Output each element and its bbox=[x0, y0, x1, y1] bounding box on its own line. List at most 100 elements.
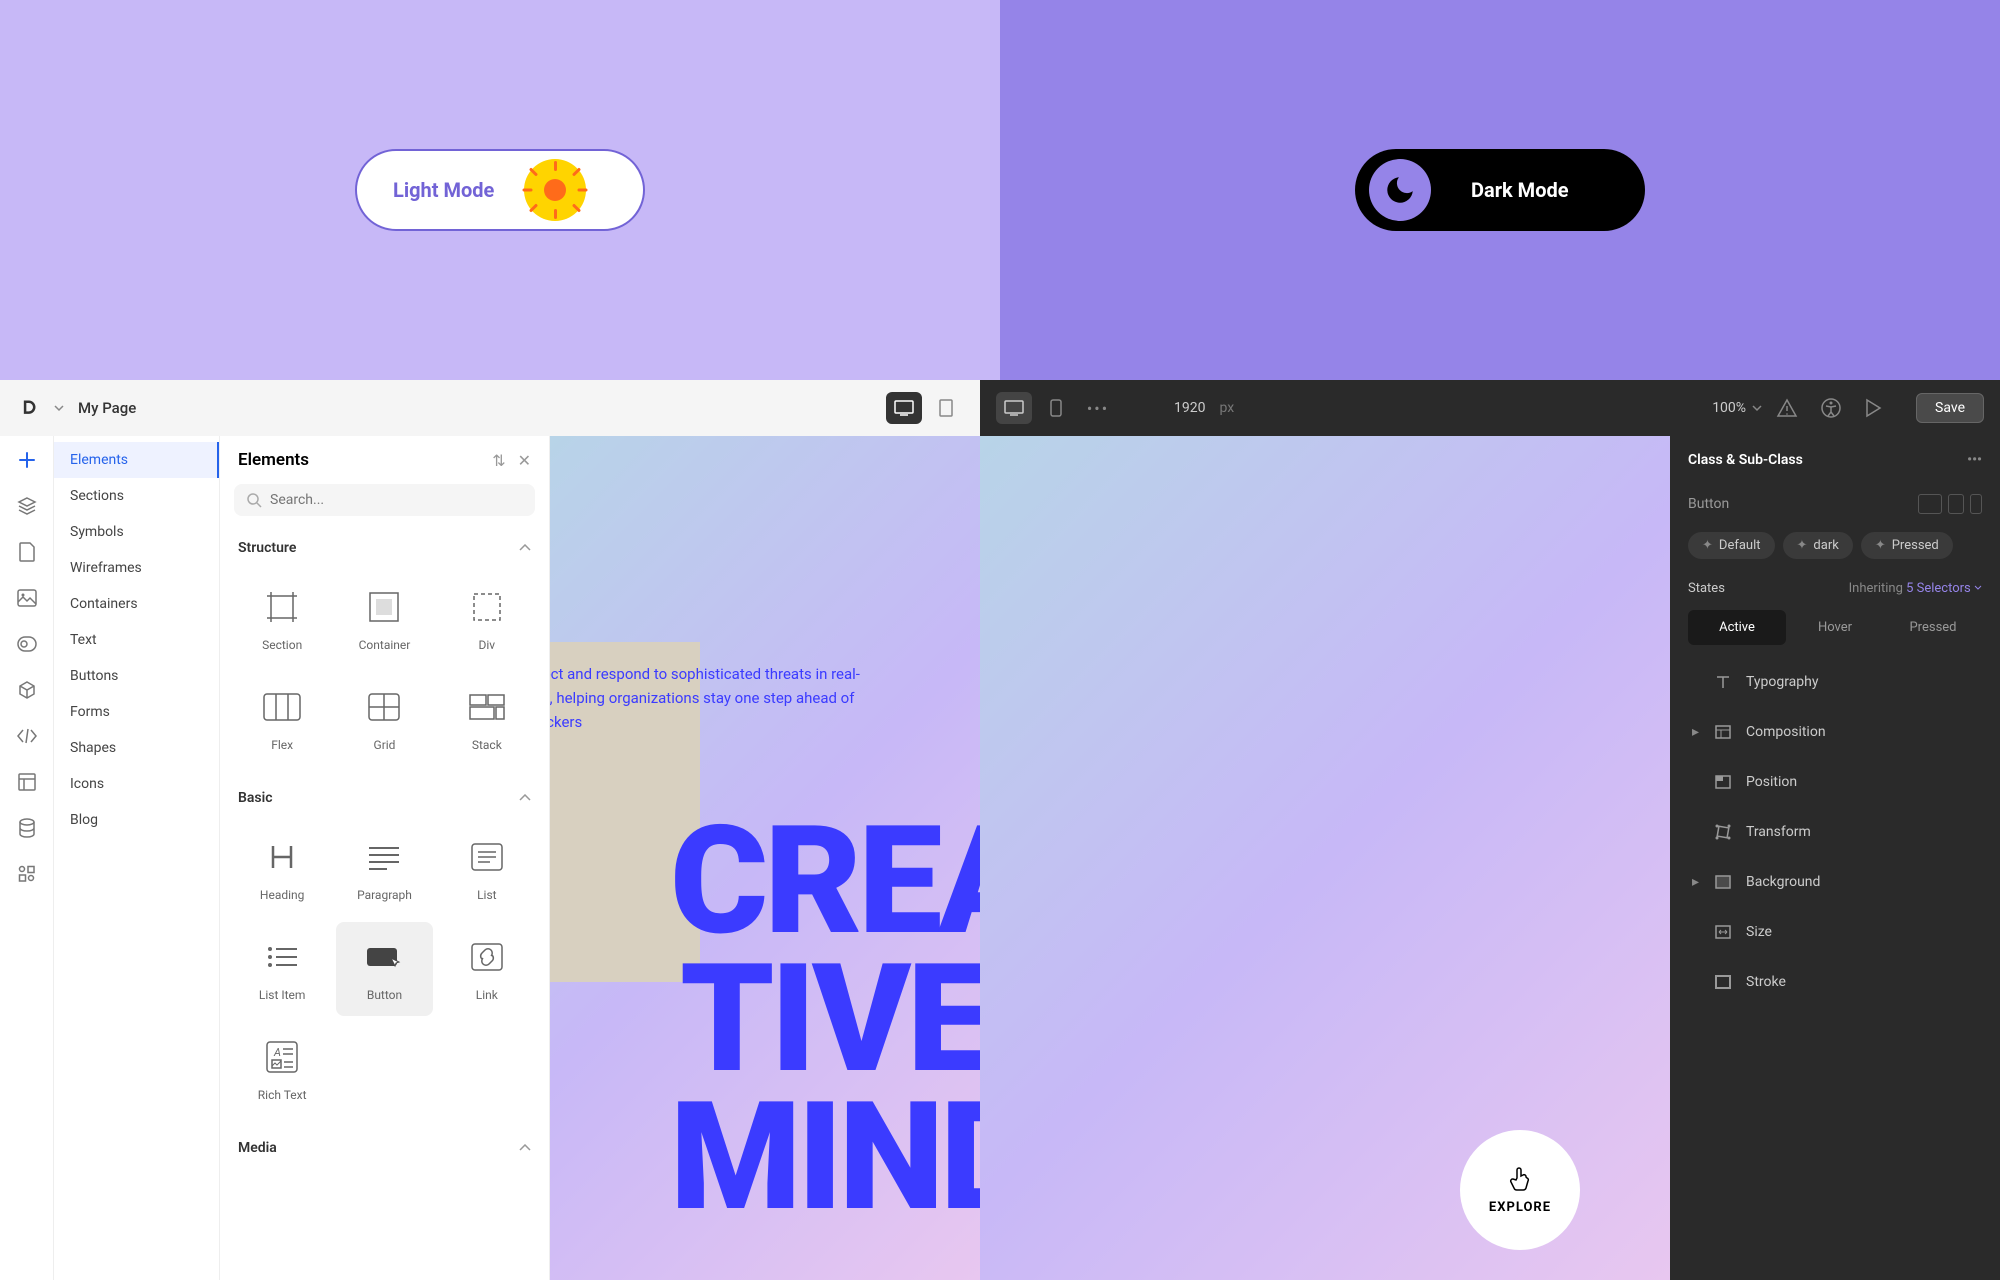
prop-composition[interactable]: ▸Composition bbox=[1670, 707, 2000, 757]
container-tile[interactable]: Container bbox=[336, 572, 432, 666]
more-icon[interactable]: ••• bbox=[1967, 452, 1982, 468]
button-tile[interactable]: Button bbox=[336, 922, 432, 1016]
nav-elements[interactable]: Elements bbox=[54, 442, 219, 478]
topbar-dark: ••• 1920 px 100% Save bbox=[980, 380, 2000, 436]
code-icon[interactable] bbox=[15, 724, 39, 748]
layers-icon[interactable] bbox=[15, 494, 39, 518]
accessibility-icon[interactable] bbox=[1820, 397, 1842, 419]
hero-heading: CREA TIVE MIND bbox=[670, 812, 980, 1226]
nav-text[interactable]: Text bbox=[54, 622, 219, 658]
play-icon[interactable] bbox=[1864, 398, 1882, 418]
prop-transform[interactable]: Transform bbox=[1670, 807, 2000, 857]
state-tab-hover[interactable]: Hover bbox=[1786, 610, 1884, 645]
pages-icon[interactable] bbox=[15, 540, 39, 564]
chip-dark[interactable]: ✦dark bbox=[1783, 532, 1853, 559]
sun-icon bbox=[524, 159, 586, 221]
chevron-down-icon bbox=[1752, 404, 1762, 412]
section-tile[interactable]: Section bbox=[234, 572, 330, 666]
warning-icon[interactable] bbox=[1776, 398, 1798, 418]
structure-grid: Section Container Div Flex Grid Stack bbox=[220, 566, 549, 780]
bp-mobile-icon[interactable] bbox=[1970, 494, 1982, 514]
canvas-width-unit: px bbox=[1219, 400, 1234, 416]
chevron-up-icon bbox=[519, 1144, 531, 1152]
dark-mode-toggle[interactable]: Dark Mode bbox=[1355, 149, 1645, 231]
media-section-header[interactable]: Media bbox=[220, 1130, 549, 1166]
expand-collapse-icon[interactable]: ⇅ bbox=[492, 451, 505, 470]
add-icon[interactable] bbox=[15, 448, 39, 472]
desktop-device-button[interactable] bbox=[886, 392, 922, 424]
link-tile[interactable]: Link bbox=[439, 922, 535, 1016]
workspace-light: Elements Sections Symbols Wireframes Con… bbox=[0, 436, 980, 1280]
nav-icons[interactable]: Icons bbox=[54, 766, 219, 802]
layout-icon[interactable] bbox=[15, 770, 39, 794]
state-tab-pressed[interactable]: Pressed bbox=[1884, 610, 1982, 645]
grid-tile[interactable]: Grid bbox=[336, 672, 432, 766]
styles-panel-title: Class & Sub-Class bbox=[1688, 452, 1803, 468]
design-canvas-dark[interactable]: EXPLORE bbox=[980, 436, 1670, 1280]
light-mode-toggle[interactable]: Light Mode bbox=[355, 149, 645, 231]
search-input[interactable] bbox=[270, 492, 523, 508]
list-item-tile[interactable]: List Item bbox=[234, 922, 330, 1016]
components-icon[interactable] bbox=[15, 632, 39, 656]
zoom-control[interactable]: 100% bbox=[1712, 400, 1762, 416]
tool-sidebar bbox=[0, 436, 54, 1280]
cube-icon[interactable] bbox=[15, 678, 39, 702]
nav-shapes[interactable]: Shapes bbox=[54, 730, 219, 766]
save-button[interactable]: Save bbox=[1916, 393, 1984, 423]
inherit-info[interactable]: Inheriting 5 Selectors bbox=[1849, 581, 1982, 596]
state-tabs: Active Hover Pressed bbox=[1670, 610, 2000, 657]
selected-element-label: Button bbox=[1688, 496, 1729, 512]
prop-typography[interactable]: Typography bbox=[1670, 657, 2000, 707]
apps-icon[interactable] bbox=[15, 862, 39, 886]
prop-background[interactable]: ▸Background bbox=[1670, 857, 2000, 907]
state-tab-active[interactable]: Active bbox=[1688, 610, 1786, 645]
div-tile[interactable]: Div bbox=[439, 572, 535, 666]
chip-default[interactable]: ✦Default bbox=[1688, 532, 1775, 559]
design-canvas[interactable]: Detect and respond to sophisticated thre… bbox=[550, 436, 980, 1280]
explore-button[interactable]: EXPLORE bbox=[1460, 1130, 1580, 1250]
chip-pressed[interactable]: ✦Pressed bbox=[1861, 532, 1953, 559]
chevron-down-icon[interactable] bbox=[54, 403, 64, 413]
dark-mode-panel: Dark Mode bbox=[1000, 0, 2000, 380]
nav-forms[interactable]: Forms bbox=[54, 694, 219, 730]
desktop-device-button[interactable] bbox=[996, 392, 1032, 424]
nav-blog[interactable]: Blog bbox=[54, 802, 219, 838]
flex-tile[interactable]: Flex bbox=[234, 672, 330, 766]
dark-mode-label: Dark Mode bbox=[1471, 178, 1569, 202]
elements-panel: Elements ⇅ ✕ Structure Section Contai bbox=[220, 436, 550, 1280]
theme-banner: Light Mode Dark Mode bbox=[0, 0, 2000, 380]
app-logo[interactable] bbox=[16, 396, 40, 420]
prop-position[interactable]: Position bbox=[1670, 757, 2000, 807]
more-devices-button[interactable]: ••• bbox=[1080, 392, 1116, 424]
nav-wireframes[interactable]: Wireframes bbox=[54, 550, 219, 586]
chevron-up-icon bbox=[519, 544, 531, 552]
states-label: States bbox=[1688, 581, 1725, 596]
data-icon[interactable] bbox=[15, 816, 39, 840]
heading-tile[interactable]: Heading bbox=[234, 822, 330, 916]
basic-section-header[interactable]: Basic bbox=[220, 780, 549, 816]
tablet-device-button[interactable] bbox=[928, 392, 964, 424]
dark-editor: ••• 1920 px 100% Save EXPLO bbox=[980, 380, 2000, 1280]
list-tile[interactable]: List bbox=[439, 822, 535, 916]
nav-sections[interactable]: Sections bbox=[54, 478, 219, 514]
nav-symbols[interactable]: Symbols bbox=[54, 514, 219, 550]
search-icon bbox=[246, 492, 262, 508]
paragraph-tile[interactable]: Paragraph bbox=[336, 822, 432, 916]
bp-tablet-icon[interactable] bbox=[1948, 494, 1964, 514]
image-icon[interactable] bbox=[15, 586, 39, 610]
search-input-wrapper[interactable] bbox=[234, 484, 535, 516]
rich-text-tile[interactable]: ARich Text bbox=[234, 1022, 330, 1116]
light-mode-label: Light Mode bbox=[393, 178, 494, 202]
mobile-device-button[interactable] bbox=[1038, 392, 1074, 424]
pointer-hand-icon bbox=[1508, 1166, 1532, 1192]
class-chips: ✦Default ✦dark ✦Pressed bbox=[1670, 524, 2000, 567]
structure-section-header[interactable]: Structure bbox=[220, 530, 549, 566]
app-container: My Page bbox=[0, 380, 2000, 1280]
nav-buttons[interactable]: Buttons bbox=[54, 658, 219, 694]
prop-size[interactable]: Size bbox=[1670, 907, 2000, 957]
stack-tile[interactable]: Stack bbox=[439, 672, 535, 766]
nav-containers[interactable]: Containers bbox=[54, 586, 219, 622]
close-icon[interactable]: ✕ bbox=[518, 451, 531, 470]
bp-desktop-icon[interactable] bbox=[1918, 494, 1942, 514]
prop-stroke[interactable]: Stroke bbox=[1670, 957, 2000, 1007]
